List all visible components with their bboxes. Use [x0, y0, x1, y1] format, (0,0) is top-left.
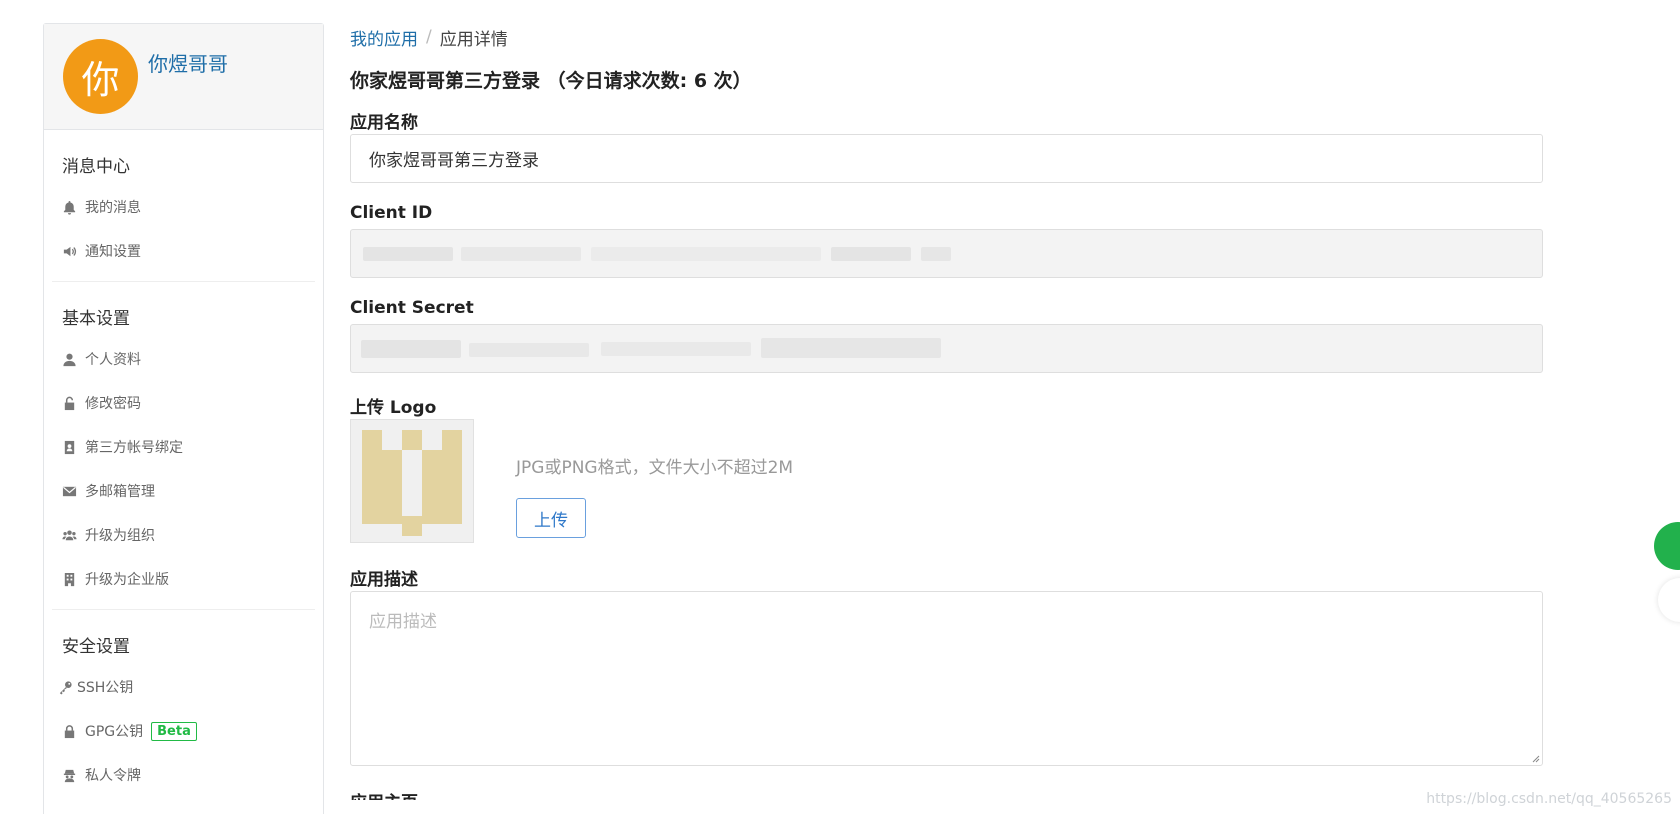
app-description-textarea[interactable]: 应用描述 — [350, 591, 1543, 766]
sidebar-item-notification-settings[interactable]: 通知设置 — [52, 229, 315, 273]
sidebar-item-change-password[interactable]: 修改密码 — [52, 381, 315, 425]
upload-button[interactable]: 上传 — [516, 498, 586, 538]
upload-side: JPG或PNG格式，文件大小不超过2M 上传 — [516, 419, 793, 543]
sidebar-item-label: 升级为企业版 — [85, 572, 169, 588]
sidebar-item-my-messages[interactable]: 我的消息 — [52, 185, 315, 229]
sidebar-item-label: GPG公钥 — [85, 724, 144, 740]
sidebar-item-label: 个人资料 — [85, 352, 141, 368]
redacted-mark — [469, 343, 589, 357]
lock-icon — [64, 724, 75, 738]
breadcrumb: 我的应用 / 应用详情 — [350, 22, 1543, 52]
section-security-settings: 安全设置 SSH公钥 GPG公钥 Beta 私人令牌 — [52, 610, 315, 805]
redacted-mark — [921, 247, 951, 261]
user-icon — [63, 353, 76, 366]
sidebar-item-email-management[interactable]: 多邮箱管理 — [52, 469, 315, 513]
redacted-mark — [761, 338, 941, 358]
avatar[interactable]: 你 — [63, 39, 138, 114]
sidebar-item-label: 私人令牌 — [85, 768, 141, 784]
redacted-mark — [461, 247, 581, 261]
mail-icon — [62, 486, 77, 496]
redacted-mark — [591, 247, 821, 261]
section-title: 基本设置 — [62, 309, 130, 329]
section-title: 安全设置 — [62, 637, 130, 657]
section-title: 消息中心 — [62, 157, 130, 177]
section-message-center: 消息中心 我的消息 通知设置 — [52, 130, 315, 282]
client-id-field[interactable] — [350, 229, 1543, 278]
bell-icon — [63, 200, 76, 215]
upload-logo-label: 上传 Logo — [350, 398, 437, 418]
sidebar-item-upgrade-organization[interactable]: 升级为组织 — [52, 513, 315, 557]
volume-icon — [63, 246, 77, 256]
resize-handle-icon[interactable] — [1530, 753, 1540, 763]
users-icon — [62, 529, 77, 540]
app-description-label: 应用描述 — [350, 570, 418, 590]
floating-action-button[interactable] — [1654, 522, 1680, 570]
sidebar-item-label: 升级为组织 — [85, 528, 155, 544]
sidebar-item-label: 通知设置 — [85, 244, 141, 260]
app-name-input[interactable]: 你家煜哥哥第三方登录 — [350, 134, 1543, 183]
section-basic-settings: 基本设置 个人资料 修改密码 第三方帐号绑定 多邮箱管理 升级为组织 升级为企业… — [52, 282, 315, 610]
sidebar-item-third-party-binding[interactable]: 第三方帐号绑定 — [52, 425, 315, 469]
upload-hint: JPG或PNG格式，文件大小不超过2M — [516, 458, 794, 478]
beta-badge: Beta — [151, 721, 197, 741]
sidebar-item-label: 多邮箱管理 — [85, 484, 155, 500]
sidebar-item-label: 第三方帐号绑定 — [85, 440, 183, 456]
breadcrumb-my-apps-link[interactable]: 我的应用 — [350, 25, 418, 50]
client-secret-field[interactable] — [350, 324, 1543, 373]
breadcrumb-separator: / — [426, 27, 432, 47]
sidebar-item-label: SSH公钥 — [77, 680, 134, 696]
page-title: 你家煜哥哥第三方登录 （今日请求次数: 6 次） — [350, 70, 752, 92]
client-id-label: Client ID — [350, 203, 433, 223]
unlock-icon — [64, 396, 75, 410]
logo-preview[interactable] — [350, 419, 474, 543]
main-content: 我的应用 / 应用详情 你家煜哥哥第三方登录 （今日请求次数: 6 次） 应用名… — [350, 22, 1543, 800]
agent-icon — [63, 769, 76, 782]
profile-header: 你 你煜哥哥 — [44, 24, 323, 130]
client-secret-label: Client Secret — [350, 298, 474, 318]
app-logo-image — [362, 430, 462, 536]
sidebar-item-upgrade-enterprise[interactable]: 升级为企业版 — [52, 557, 315, 601]
textarea-placeholder: 应用描述 — [369, 612, 437, 632]
redacted-mark — [601, 342, 751, 356]
sidebar-item-profile[interactable]: 个人资料 — [52, 337, 315, 381]
app-name-label: 应用名称 — [350, 113, 418, 133]
username-link[interactable]: 你煜哥哥 — [148, 48, 228, 77]
sidebar-item-ssh-key[interactable]: SSH公钥 — [52, 665, 315, 709]
redacted-mark — [361, 340, 461, 358]
key-icon — [59, 680, 72, 695]
floating-secondary-button[interactable] — [1658, 578, 1680, 622]
app-homepage-label: 应用主页 — [350, 788, 1543, 800]
redacted-mark — [363, 247, 453, 261]
redacted-mark — [831, 247, 911, 261]
sidebar-item-gpg-key[interactable]: GPG公钥 Beta — [52, 709, 315, 753]
building-icon — [64, 572, 75, 586]
breadcrumb-current: 应用详情 — [439, 29, 508, 50]
sidebar-item-private-token[interactable]: 私人令牌 — [52, 753, 315, 797]
contact-card-icon — [64, 440, 75, 454]
watermark: https://blog.csdn.net/qq_40565265 — [1426, 791, 1672, 807]
sidebar-item-label: 我的消息 — [85, 200, 141, 216]
upload-logo-row: JPG或PNG格式，文件大小不超过2M 上传 — [350, 419, 1543, 543]
sidebar-item-label: 修改密码 — [85, 396, 141, 412]
sidebar: 你 你煜哥哥 消息中心 我的消息 通知设置 基本设置 个人资料 修改密码 第三方… — [43, 23, 324, 814]
